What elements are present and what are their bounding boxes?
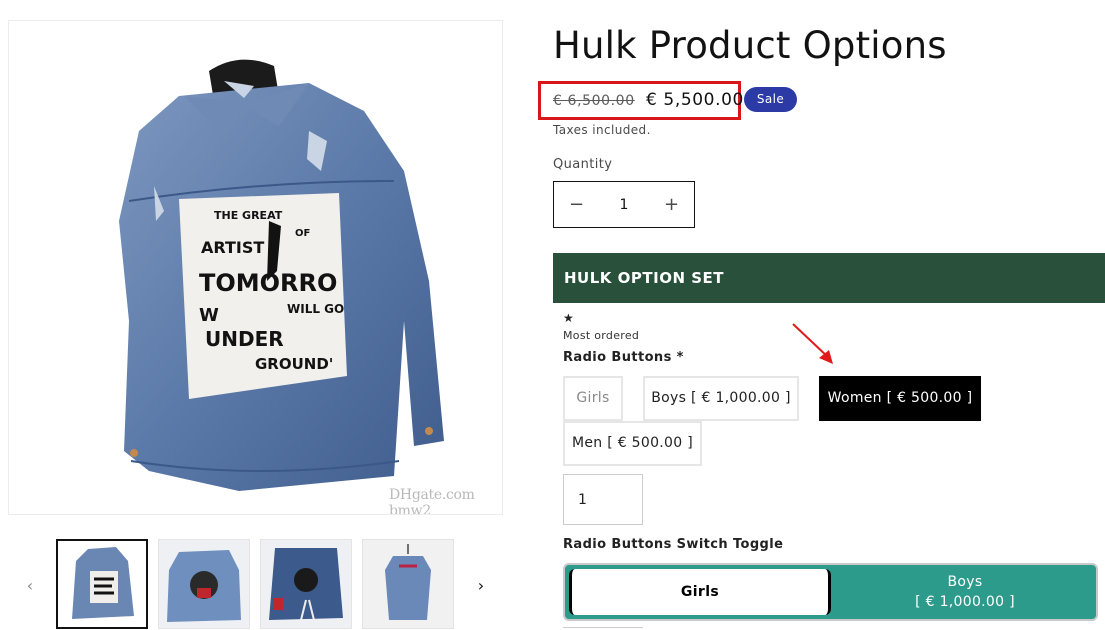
image-watermark: DHgate.com bmw2 (389, 487, 475, 515)
radio-option-girls[interactable]: Girls (563, 376, 623, 421)
tax-note: Taxes included. (553, 123, 651, 137)
quantity-input[interactable] (599, 196, 649, 213)
switch-toggle: Girls Boys [ € 1,000.00 ] (563, 563, 1098, 621)
toggle-option-boys-price: [ € 1,000.00 ] (915, 594, 1015, 610)
toggle-option-boys-label: Boys (947, 574, 983, 590)
product-main-image[interactable]: THE GREAT ARTIST OF TOMORRO W WILL GO UN… (8, 20, 503, 515)
thumbnail-1[interactable] (56, 539, 148, 629)
sale-price: € 5,500.00 (646, 90, 744, 110)
quantity-label: Quantity (553, 157, 613, 172)
thumbnail-4[interactable] (362, 539, 454, 629)
denim-jacket-image: THE GREAT ARTIST OF TOMORRO W WILL GO UN… (119, 59, 444, 491)
plus-icon[interactable]: + (649, 194, 694, 215)
switch-toggle-label: Radio Buttons Switch Toggle (563, 537, 784, 552)
option-set-header: HULK OPTION SET (553, 253, 1105, 303)
radio-option-men[interactable]: Men [ € 500.00 ] (563, 421, 702, 466)
svg-text:THE GREAT: THE GREAT (214, 209, 283, 222)
radio-buttons-label: Radio Buttons * (563, 350, 684, 365)
thumbnail-list (56, 539, 454, 629)
toggle-option-girls[interactable]: Girls (569, 569, 831, 615)
svg-text:UNDER: UNDER (205, 327, 284, 351)
minus-icon[interactable]: − (554, 194, 599, 215)
radio-option-women[interactable]: Women [ € 500.00 ] (819, 376, 981, 421)
toggle-option-boys[interactable]: Boys [ € 1,000.00 ] (835, 569, 1095, 615)
chevron-left-icon[interactable]: ‹ (20, 574, 40, 598)
red-arrow-annotation (792, 323, 833, 364)
svg-text:ARTIST: ARTIST (201, 238, 264, 257)
product-title: Hulk Product Options (553, 24, 947, 67)
number-input[interactable] (563, 474, 643, 525)
quantity-stepper: − + (553, 181, 695, 228)
svg-text:WILL GO: WILL GO (287, 302, 344, 316)
chevron-right-icon[interactable]: › (471, 574, 491, 598)
radio-option-boys[interactable]: Boys [ € 1,000.00 ] (643, 376, 799, 421)
thumbnail-2[interactable] (158, 539, 250, 629)
svg-text:W: W (199, 305, 219, 326)
star-icon: ★ (563, 311, 574, 325)
most-ordered-label: Most ordered (563, 329, 640, 342)
thumbnail-3[interactable] (260, 539, 352, 629)
compare-price: € 6,500.00 (553, 93, 635, 109)
sale-badge: Sale (744, 87, 797, 112)
svg-text:OF: OF (295, 228, 310, 239)
svg-text:GROUND': GROUND' (255, 355, 333, 373)
